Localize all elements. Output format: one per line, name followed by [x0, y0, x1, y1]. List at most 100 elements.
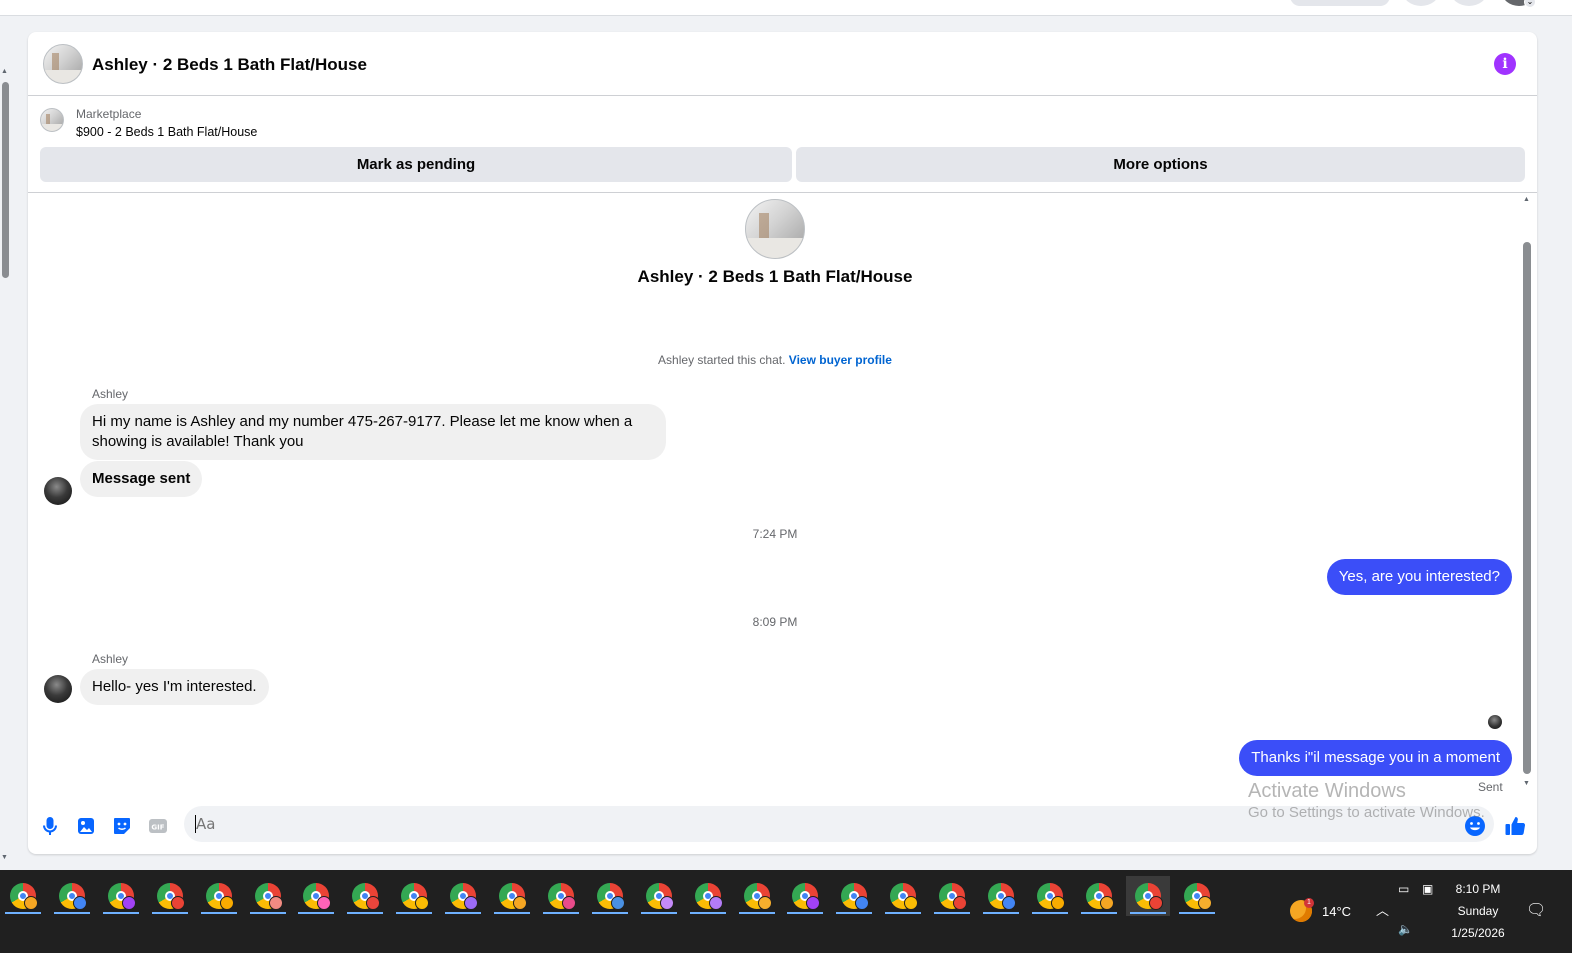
sender-name: Ashley [92, 652, 129, 666]
scrollbar-thumb[interactable] [2, 82, 9, 278]
conversation-header: Ashley · 2 Beds 1 Bath Flat/House i [28, 32, 1537, 96]
taskbar-chrome-window[interactable] [1028, 876, 1072, 916]
taskbar-chrome-window[interactable] [294, 876, 338, 916]
profile-badge-icon [1002, 896, 1016, 910]
profile-badge-icon [513, 896, 527, 910]
running-indicator [494, 912, 530, 914]
top-bar-pill[interactable] [1290, 0, 1390, 6]
profile-badge-icon [855, 896, 870, 910]
taskbar-chrome-window[interactable] [1, 876, 45, 916]
taskbar-chrome-window[interactable] [148, 876, 192, 916]
meet-now-icon[interactable]: ▭ [1398, 882, 1409, 896]
mark-as-pending-button[interactable]: Mark as pending [40, 147, 792, 182]
scrollbar-thumb[interactable] [1523, 242, 1531, 774]
emoji-icon[interactable] [1463, 814, 1487, 838]
gif-icon[interactable]: GIF [146, 814, 170, 838]
message-bubble-incoming[interactable]: Hi my name is Ashley and my number 475-2… [80, 404, 666, 460]
running-indicator [983, 912, 1019, 914]
profile-badge-icon [708, 896, 723, 910]
notification-center-icon[interactable]: 🗨 [1526, 900, 1546, 920]
taskbar-chrome-window[interactable] [588, 876, 632, 916]
weather-temperature[interactable]: 14°C [1322, 904, 1351, 919]
volume-icon[interactable]: 🔈 [1398, 922, 1413, 936]
message-bubble-incoming[interactable]: Message sent [80, 461, 203, 497]
view-buyer-profile-link[interactable]: View buyer profile [789, 353, 892, 367]
clock-day[interactable]: Sunday [1440, 904, 1516, 918]
running-indicator [738, 912, 775, 914]
taskbar-chrome-window[interactable] [881, 876, 925, 916]
running-indicator [1080, 912, 1117, 914]
scroll-down-arrow[interactable]: ▼ [1, 854, 8, 861]
taskbar-chrome-window[interactable] [539, 876, 583, 916]
photo-icon[interactable] [74, 814, 98, 838]
taskbar-chrome-window[interactable] [490, 876, 534, 916]
chat-title: Ashley · 2 Beds 1 Bath Flat/House [637, 267, 913, 286]
top-bar: ⌄ [0, 0, 1572, 16]
running-indicator [151, 912, 188, 914]
profile-badge-icon [72, 896, 87, 910]
taskbar-chrome-window[interactable] [930, 876, 974, 916]
listing-thumbnail[interactable] [43, 44, 83, 84]
like-icon[interactable] [1503, 814, 1527, 838]
message-composer: GIF [28, 798, 1537, 854]
network-icon[interactable]: ▣ [1422, 882, 1433, 896]
thread-scrollbar[interactable]: ▲ ▼ [1520, 194, 1534, 798]
profile-badge-icon [1099, 896, 1114, 910]
scroll-up-arrow[interactable]: ▲ [1523, 196, 1530, 203]
profile-badge-icon [1050, 896, 1065, 910]
profile-badge-icon [317, 896, 332, 910]
menu-button[interactable] [1403, 0, 1439, 6]
page-scrollbar[interactable]: ▲ ▼ [0, 66, 10, 866]
clock-date[interactable]: 1/25/2026 [1440, 926, 1516, 940]
sender-avatar[interactable] [44, 477, 72, 505]
taskbar-chrome-window[interactable] [50, 876, 94, 916]
message-timestamp: 7:24 PM [752, 527, 798, 541]
microphone-icon[interactable] [38, 814, 62, 838]
message-input[interactable] [184, 806, 1494, 842]
clock-time[interactable]: 8:10 PM [1440, 882, 1516, 896]
conversation-panel: Ashley · 2 Beds 1 Bath Flat/House i Mark… [28, 32, 1537, 854]
profile-badge-icon [561, 896, 576, 910]
taskbar-chrome-window[interactable] [246, 876, 290, 916]
chat-avatar-large[interactable] [745, 199, 805, 259]
chevron-down-icon[interactable]: ⌄ [1524, 0, 1536, 8]
profile-badge-icon [268, 896, 283, 910]
message-bubble-outgoing[interactable]: Thanks i"il message you in a moment [1239, 740, 1512, 776]
taskbar-chrome-window[interactable] [441, 876, 485, 916]
running-indicator [347, 912, 384, 914]
message-bubble-outgoing[interactable]: Yes, are you interested? [1326, 559, 1512, 595]
scroll-up-arrow[interactable]: ▲ [1, 68, 8, 75]
more-options-button[interactable]: More options [796, 147, 1525, 182]
taskbar-chrome-window[interactable] [637, 876, 681, 916]
info-icon[interactable]: i [1494, 53, 1516, 75]
listing-small-thumbnail[interactable] [40, 108, 64, 132]
chevron-up-icon[interactable]: ︿ [1376, 900, 1389, 919]
running-indicator [934, 912, 971, 914]
running-indicator [396, 912, 433, 914]
taskbar-chrome-window[interactable] [1077, 876, 1121, 916]
running-indicator [102, 912, 139, 914]
taskbar-chrome-window[interactable] [1125, 876, 1170, 916]
taskbar-chrome-window[interactable] [783, 876, 827, 916]
taskbar-chrome-window[interactable] [735, 876, 779, 916]
conversation-title[interactable]: Ashley · 2 Beds 1 Bath Flat/House [92, 55, 367, 75]
taskbar-chrome-window[interactable] [197, 876, 241, 916]
seen-receipt-avatar [1488, 715, 1502, 729]
taskbar-chrome-window[interactable] [686, 876, 730, 916]
taskbar-chrome-window[interactable] [1175, 876, 1219, 916]
sender-avatar[interactable] [44, 675, 72, 703]
weather-badge: 1 [1304, 898, 1314, 908]
message-bubble-incoming[interactable]: Hello- yes I'm interested. [80, 669, 269, 705]
taskbar-chrome-window[interactable] [832, 876, 876, 916]
listing-price-title[interactable]: $900 - 2 Beds 1 Bath Flat/House [76, 125, 257, 139]
profile-badge-icon [219, 896, 234, 910]
taskbar-chrome-window[interactable] [99, 876, 143, 916]
notifications-button[interactable] [1451, 0, 1487, 6]
sticker-icon[interactable] [110, 814, 134, 838]
scroll-down-arrow[interactable]: ▼ [1523, 780, 1530, 787]
message-thread[interactable]: Ashley · 2 Beds 1 Bath Flat/House Ashley… [28, 194, 1537, 798]
profile-badge-icon [464, 896, 479, 910]
taskbar-chrome-window[interactable] [979, 876, 1023, 916]
taskbar-chrome-window[interactable] [392, 876, 436, 916]
taskbar-chrome-window[interactable] [343, 876, 387, 916]
